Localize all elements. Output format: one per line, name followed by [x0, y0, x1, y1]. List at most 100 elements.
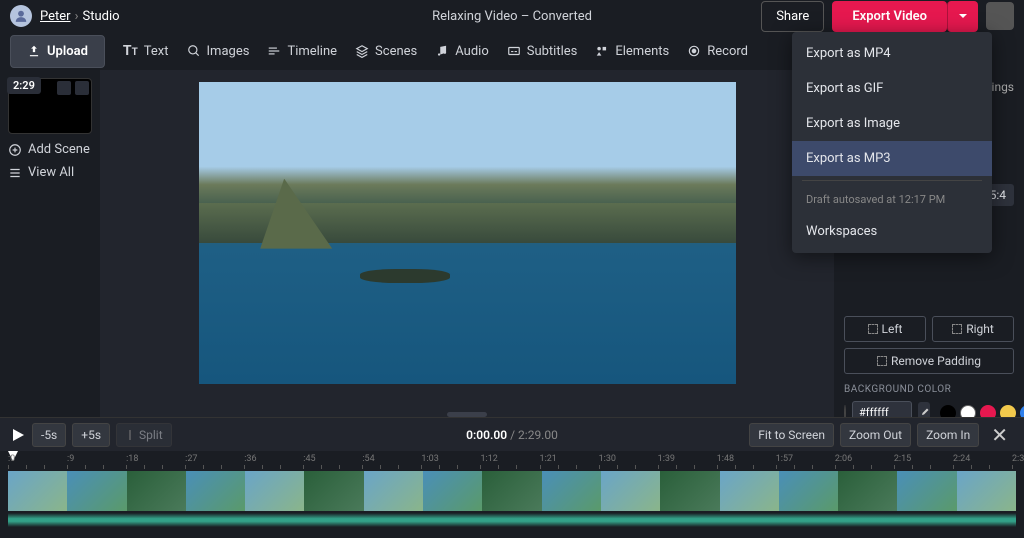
ruler-mark: :18	[126, 454, 138, 464]
add-scene-button[interactable]: Add Scene	[8, 142, 92, 157]
project-title: Relaxing Video – Converted	[432, 9, 592, 24]
workspaces-link[interactable]: Workspaces	[792, 214, 992, 249]
autosave-note: Draft autosaved at 12:17 PM	[792, 185, 992, 214]
export-option[interactable]: Export as Image	[792, 106, 992, 141]
video-clip[interactable]	[542, 471, 601, 511]
ruler-mark: :27	[185, 454, 197, 464]
upload-button[interactable]: Upload	[10, 35, 105, 68]
music-icon	[435, 44, 449, 58]
profile-avatar[interactable]	[986, 2, 1014, 30]
shapes-icon	[595, 44, 609, 58]
ruler-mark: :0	[8, 454, 15, 464]
tool-elements[interactable]: Elements	[595, 44, 669, 59]
layers-icon	[355, 44, 369, 58]
video-clip[interactable]	[304, 471, 363, 511]
video-clip[interactable]	[364, 471, 423, 511]
tool-scenes[interactable]: Scenes	[355, 44, 417, 59]
ruler-mark: 2:24	[953, 454, 970, 464]
export-video-button[interactable]: Export Video	[832, 1, 947, 32]
audio-waveform	[8, 513, 1016, 527]
close-timeline-button[interactable]: ✕	[985, 423, 1014, 447]
export-option[interactable]: Export as MP4	[792, 36, 992, 71]
video-clip[interactable]	[186, 471, 245, 511]
record-icon	[687, 44, 701, 58]
tool-text[interactable]: TTText	[123, 43, 169, 59]
dashed-box-icon	[877, 356, 887, 366]
breadcrumb-section: Studio	[82, 9, 119, 24]
export-option[interactable]: Export as MP3	[792, 141, 992, 176]
chevron-down-icon	[958, 11, 968, 21]
user-avatar[interactable]	[10, 5, 32, 27]
tool-images[interactable]: Images	[187, 44, 250, 59]
list-icon	[8, 166, 22, 180]
copy-scene-icon[interactable]	[57, 81, 71, 95]
subtitles-icon	[507, 44, 521, 58]
video-clip[interactable]	[127, 471, 186, 511]
ruler-mark: 1:30	[599, 454, 616, 464]
video-clip[interactable]	[423, 471, 482, 511]
timeline-ruler[interactable]: :0 :9 :18 :27 :36 :45 :54 1:03 1:12 1:21 1:30 1:39 1…	[0, 451, 1024, 469]
ruler-mark: :45	[303, 454, 315, 464]
dashed-box-icon	[952, 324, 962, 334]
back-5s-button[interactable]: -5s	[32, 423, 66, 447]
text-icon: TT	[123, 43, 138, 59]
ruler-mark: 1:57	[776, 454, 793, 464]
share-button[interactable]: Share	[761, 1, 824, 32]
tool-audio[interactable]: Audio	[435, 44, 488, 59]
video-clip[interactable]	[897, 471, 956, 511]
ruler-mark: 1:03	[421, 454, 438, 464]
ruler-mark: 1:12	[480, 454, 497, 464]
export-dropdown-button[interactable]	[947, 1, 978, 32]
bg-color-label: BACKGROUND COLOR	[844, 384, 1014, 395]
pad-right-button[interactable]: Right	[932, 316, 1014, 342]
video-clip[interactable]	[8, 471, 67, 511]
delete-scene-icon[interactable]	[75, 81, 89, 95]
ruler-mark: :9	[67, 454, 74, 464]
zoom-out-button[interactable]: Zoom Out	[840, 423, 911, 447]
video-preview	[199, 82, 736, 384]
export-option[interactable]: Export as GIF	[792, 71, 992, 106]
remove-padding-button[interactable]: Remove Padding	[844, 348, 1014, 374]
view-all-button[interactable]: View All	[8, 165, 92, 180]
video-clip[interactable]	[482, 471, 541, 511]
video-clip[interactable]	[245, 471, 304, 511]
zoom-in-button[interactable]: Zoom In	[917, 423, 979, 447]
video-clip[interactable]	[779, 471, 838, 511]
video-clip[interactable]	[957, 471, 1016, 511]
ruler-mark: 1:39	[658, 454, 675, 464]
search-icon	[187, 44, 201, 58]
timecode-display: 0:00.00 / 2:29.00	[466, 428, 558, 442]
scene-thumbnail[interactable]: 2:29	[8, 78, 92, 134]
forward-5s-button[interactable]: +5s	[72, 423, 110, 447]
video-clip[interactable]	[720, 471, 779, 511]
ruler-mark: :36	[244, 454, 256, 464]
video-canvas[interactable]	[100, 70, 834, 417]
breadcrumb-user[interactable]: Peter	[40, 9, 71, 24]
export-menu: Export as MP4Export as GIFExport as Imag…	[792, 32, 992, 253]
dashed-box-icon	[868, 324, 878, 334]
ruler-mark: :54	[362, 454, 374, 464]
video-clip[interactable]	[660, 471, 719, 511]
breadcrumb[interactable]: Peter›Studio	[40, 9, 120, 24]
ruler-mark: 2:06	[835, 454, 852, 464]
split-button[interactable]: Split	[116, 423, 172, 447]
pad-left-button[interactable]: Left	[844, 316, 926, 342]
split-icon	[125, 430, 135, 440]
ruler-mark: 2:15	[894, 454, 911, 464]
fit-to-screen-button[interactable]: Fit to Screen	[749, 423, 834, 447]
timeline-track[interactable]	[0, 469, 1024, 529]
ruler-mark: 2:33	[1012, 454, 1024, 464]
play-button[interactable]	[10, 427, 26, 443]
tool-subtitles[interactable]: Subtitles	[507, 44, 578, 59]
video-clip[interactable]	[601, 471, 660, 511]
video-clip[interactable]	[838, 471, 897, 511]
ruler-mark: 1:48	[717, 454, 734, 464]
tool-record[interactable]: Record	[687, 44, 748, 59]
scene-duration: 2:29	[7, 77, 41, 94]
upload-icon	[27, 44, 41, 58]
timeline-icon	[267, 44, 281, 58]
tool-timeline[interactable]: Timeline	[267, 44, 337, 59]
plus-circle-icon	[8, 143, 22, 157]
video-clip[interactable]	[67, 471, 126, 511]
ruler-mark: 1:21	[540, 454, 557, 464]
